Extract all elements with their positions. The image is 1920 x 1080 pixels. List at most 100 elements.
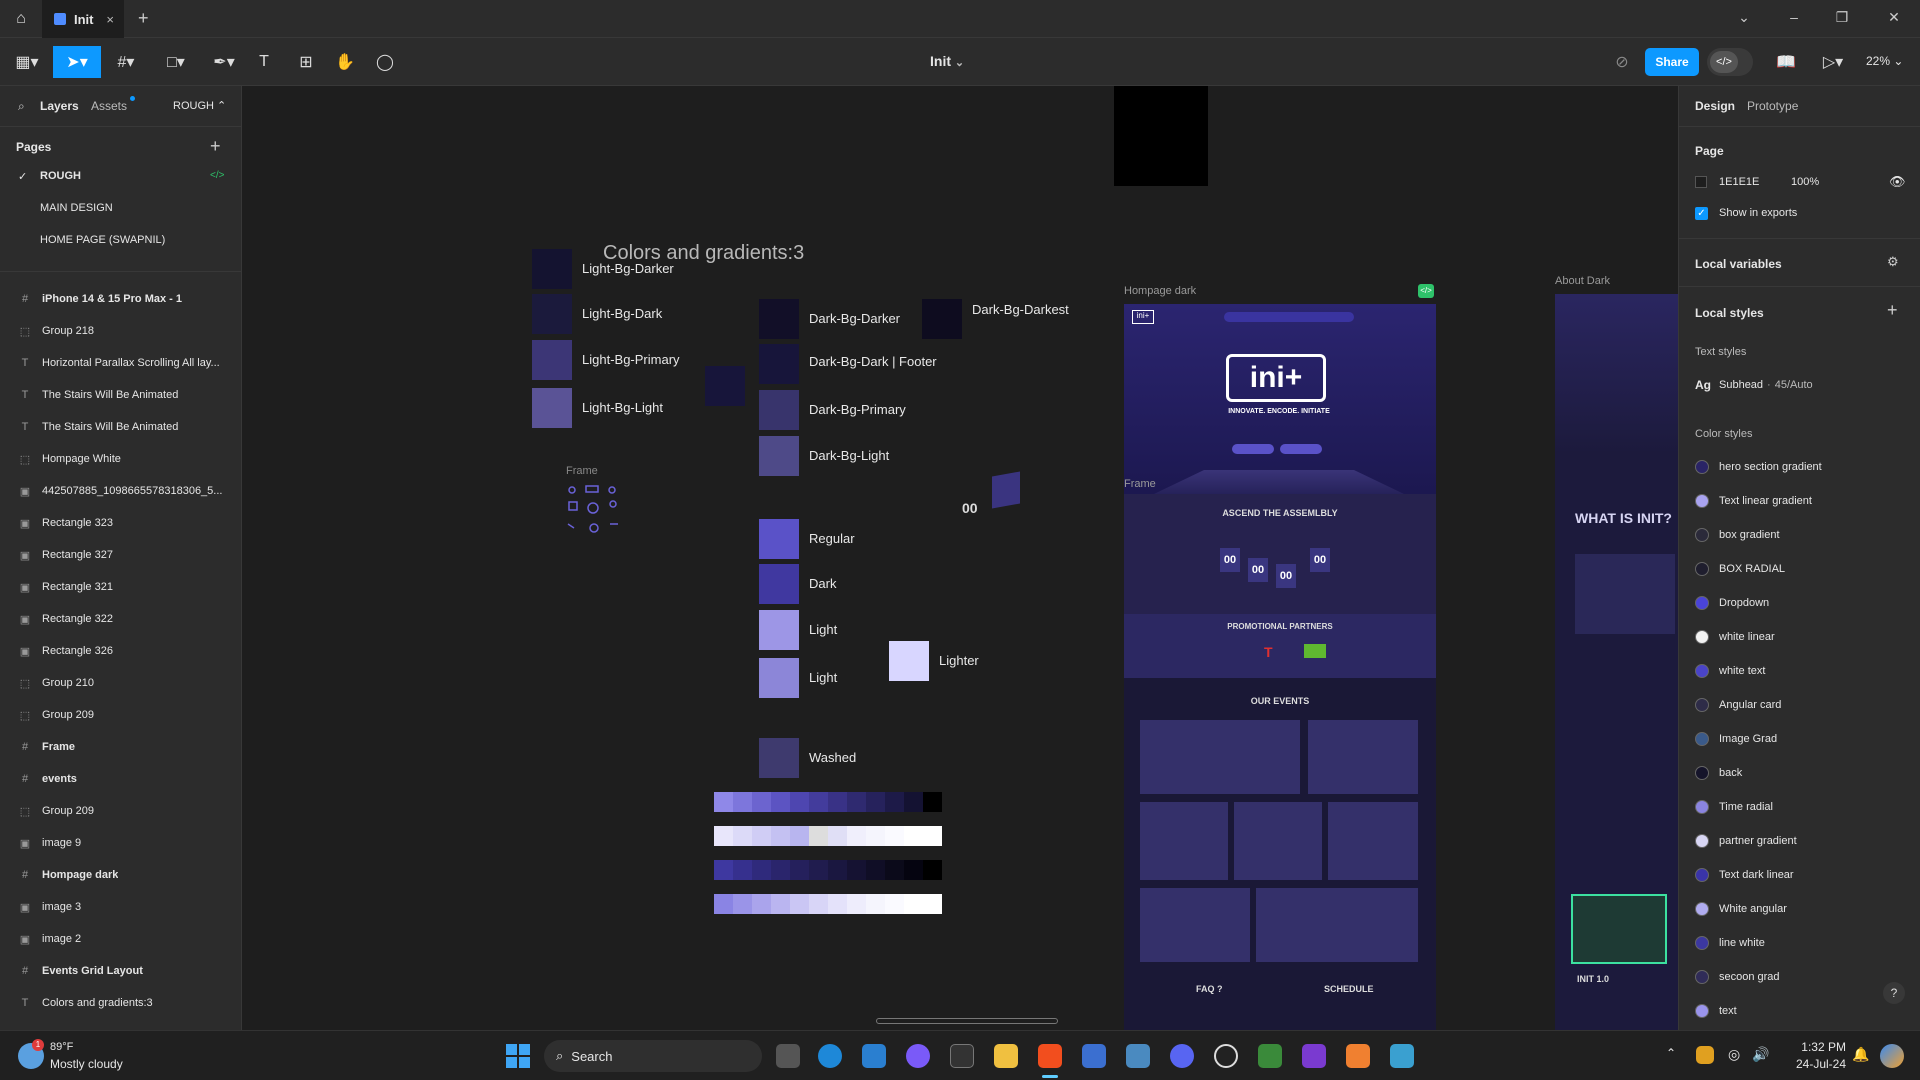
swatch-label[interactable]: Light: [809, 622, 837, 637]
color-style-row[interactable]: White angular: [1695, 897, 1787, 921]
page-item[interactable]: HOME PAGE (SWAPNIL): [40, 234, 165, 246]
layer-row[interactable]: # Hompage dark: [0, 859, 241, 891]
color-style-row[interactable]: Dropdown: [1695, 591, 1769, 615]
swatch-label[interactable]: Light-Bg-Dark: [582, 306, 662, 321]
color-swatch[interactable]: [532, 340, 572, 380]
layer-row[interactable]: ▣ 442507885_1098665578318306_5...: [0, 475, 241, 507]
onenote-icon[interactable]: [1302, 1044, 1326, 1068]
palette-grid[interactable]: [714, 792, 944, 924]
layer-row[interactable]: ▣ Rectangle 326: [0, 635, 241, 667]
swatch-label[interactable]: Washed: [809, 750, 856, 765]
color-swatch[interactable]: [759, 738, 799, 778]
comment-tool-icon[interactable]: ◯: [373, 46, 397, 78]
swatch-label[interactable]: Light-Bg-Light: [582, 400, 663, 415]
hompage-dark-frame[interactable]: ini+ ini+ INNOVATE. ENCODE. INITIATE ASC…: [1124, 304, 1436, 1030]
color-style-row[interactable]: hero section gradient: [1695, 455, 1822, 479]
library-icon[interactable]: 📖: [1774, 46, 1798, 78]
color-swatch[interactable]: [532, 388, 572, 428]
layer-row[interactable]: # Frame: [0, 731, 241, 763]
figma-icon[interactable]: [1038, 1044, 1062, 1068]
add-page-icon[interactable]: +: [210, 136, 221, 157]
xampp-icon[interactable]: [1346, 1044, 1370, 1068]
copilot-icon[interactable]: [1880, 1044, 1904, 1068]
share-button[interactable]: Share: [1645, 48, 1699, 76]
frame-label[interactable]: Frame: [1124, 478, 1156, 490]
swatch-label[interactable]: Dark-Bg-Dark | Footer: [809, 354, 937, 369]
show-in-exports-checkbox[interactable]: ✓: [1695, 207, 1708, 220]
swatch-label[interactable]: Dark-Bg-Darker: [809, 311, 900, 326]
local-variables[interactable]: Local variables: [1695, 257, 1782, 271]
help-icon[interactable]: ?: [1883, 982, 1905, 1004]
color-swatch[interactable]: [889, 641, 929, 681]
stray-swatch[interactable]: [705, 366, 745, 406]
resources-tool-icon[interactable]: ⊞: [294, 46, 318, 78]
color-style-row[interactable]: text: [1695, 999, 1737, 1023]
layer-row[interactable]: ▣ Rectangle 321: [0, 571, 241, 603]
new-tab-icon[interactable]: +: [138, 8, 149, 29]
page-opacity[interactable]: 100%: [1791, 176, 1819, 188]
add-style-icon[interactable]: +: [1887, 300, 1898, 321]
swatch-label[interactable]: Light: [809, 670, 837, 685]
edge-icon[interactable]: [818, 1044, 842, 1068]
color-style-row[interactable]: white linear: [1695, 625, 1775, 649]
file-title[interactable]: Init ⌄: [930, 53, 964, 69]
layer-row[interactable]: T Colors and gradients:3: [0, 987, 241, 1019]
discord-icon[interactable]: [1170, 1044, 1194, 1068]
dev-mode-toggle[interactable]: </>: [1707, 48, 1753, 76]
color-style-row[interactable]: back: [1695, 761, 1742, 785]
color-style-row[interactable]: partner gradient: [1695, 829, 1797, 853]
color-swatch[interactable]: [759, 519, 799, 559]
layer-row[interactable]: ⬚ Group 209: [0, 699, 241, 731]
app-window-icon[interactable]: [1390, 1044, 1414, 1068]
color-swatch[interactable]: [759, 299, 799, 339]
tray-app-icon[interactable]: [1696, 1046, 1714, 1064]
horizontal-scrollbar[interactable]: [876, 1018, 1058, 1024]
swatch-label[interactable]: Dark: [809, 576, 836, 591]
taskbar-search[interactable]: ⌕ Search: [544, 1040, 762, 1072]
color-style-row[interactable]: Text linear gradient: [1695, 489, 1812, 513]
layer-row[interactable]: T Horizontal Parallax Scrolling All lay..…: [0, 347, 241, 379]
tab-prototype[interactable]: Prototype: [1747, 99, 1798, 113]
weather-temp[interactable]: 89°F: [50, 1041, 73, 1053]
messenger-icon[interactable]: [906, 1044, 930, 1068]
media-player-icon[interactable]: [1214, 1044, 1238, 1068]
search-icon[interactable]: ⌕: [18, 99, 25, 114]
zoom-level[interactable]: 22% ⌄: [1866, 54, 1903, 68]
page-item[interactable]: MAIN DESIGN: [40, 202, 113, 214]
layer-row[interactable]: # events: [0, 763, 241, 795]
swatch-label[interactable]: Lighter: [939, 653, 979, 668]
swatch-label[interactable]: Dark-Bg-Primary: [809, 402, 906, 417]
color-style-row[interactable]: line white: [1695, 931, 1765, 955]
color-swatch[interactable]: [922, 299, 962, 339]
color-style-row[interactable]: Angular card: [1695, 693, 1781, 717]
color-swatch[interactable]: [532, 294, 572, 334]
color-style-row[interactable]: box gradient: [1695, 523, 1780, 547]
clock-time[interactable]: 1:32 PM: [1790, 1040, 1846, 1054]
file-explorer-icon[interactable]: [994, 1044, 1018, 1068]
tray-chevron-icon[interactable]: ⌃: [1666, 1046, 1676, 1060]
frame-label-about-dark[interactable]: About Dark: [1555, 275, 1610, 287]
swatch-label[interactable]: Regular: [809, 531, 855, 546]
swatch-label[interactable]: Dark-Bg-Darkest: [972, 302, 1069, 317]
layer-row[interactable]: ▣ image 9: [0, 827, 241, 859]
network-icon[interactable]: ◎: [1728, 1046, 1740, 1063]
page-color-swatch[interactable]: [1695, 176, 1707, 188]
layer-row[interactable]: ▣ image 3: [0, 891, 241, 923]
page-color-hex[interactable]: 1E1E1E: [1719, 176, 1759, 188]
terminal-icon[interactable]: [950, 1044, 974, 1068]
weather-desc[interactable]: Mostly cloudy: [50, 1057, 123, 1071]
text-style-row[interactable]: Ag Subhead · 45/Auto: [1695, 373, 1813, 397]
minimize-icon[interactable]: –: [1784, 9, 1804, 25]
frame-label-small[interactable]: Frame: [566, 465, 598, 477]
tabs-dropdown-icon[interactable]: ⌄: [1734, 9, 1754, 26]
variables-settings-icon[interactable]: ⚙: [1887, 254, 1899, 270]
layer-row[interactable]: #wireframe_personal_personal 1: [0, 1019, 241, 1030]
close-tab-icon[interactable]: ×: [106, 12, 114, 27]
notification-bell-icon[interactable]: 🔔: [1852, 1046, 1869, 1063]
color-swatch[interactable]: [532, 249, 572, 289]
app-icon[interactable]: [1258, 1044, 1282, 1068]
eye-icon[interactable]: 👁: [1889, 174, 1906, 190]
color-style-row[interactable]: Image Grad: [1695, 727, 1777, 751]
notepad-icon[interactable]: [1082, 1044, 1106, 1068]
layer-row[interactable]: ▣ Rectangle 322: [0, 603, 241, 635]
